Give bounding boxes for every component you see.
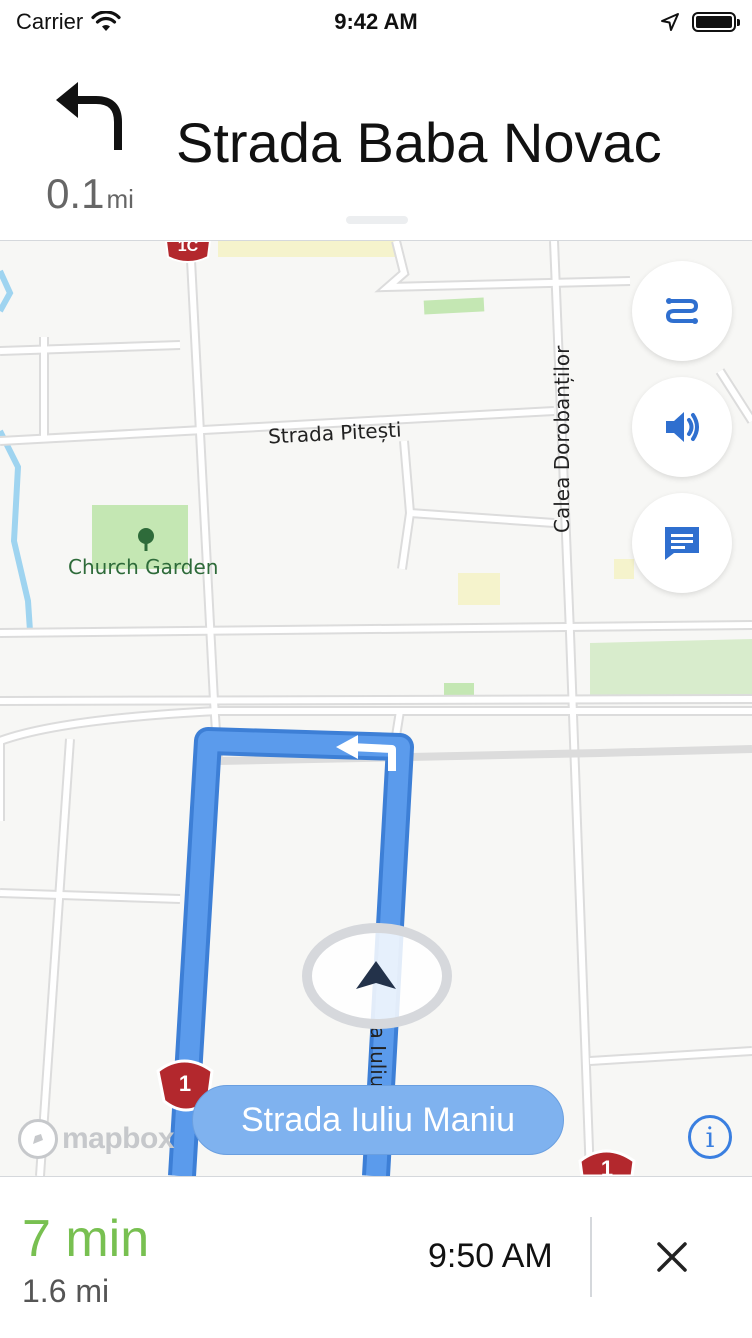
area-yellow-3 bbox=[614, 559, 634, 579]
info-button[interactable]: i bbox=[688, 1115, 732, 1159]
arrival-time: 9:50 AM bbox=[428, 1237, 553, 1275]
distance-value: 0.1 bbox=[46, 170, 105, 217]
info-icon: i bbox=[705, 1120, 715, 1154]
poi-label-church-garden: Church Garden bbox=[68, 555, 219, 579]
tree-icon bbox=[138, 528, 154, 551]
location-arrow-icon bbox=[661, 13, 679, 31]
remaining-time: 7 min bbox=[22, 1210, 150, 1268]
area-yellow-2 bbox=[218, 241, 398, 257]
close-icon bbox=[657, 1242, 687, 1272]
carrier-label: Carrier bbox=[16, 9, 84, 34]
chat-bubble-icon bbox=[665, 527, 699, 560]
river bbox=[0, 429, 33, 632]
status-right bbox=[660, 12, 740, 32]
map-view[interactable]: 1C 1 1 Strada Pitești Calea Dorobanților… bbox=[0, 241, 752, 1176]
mute-button[interactable] bbox=[632, 377, 732, 477]
route-overview-button[interactable] bbox=[632, 261, 732, 361]
distance-unit: mi bbox=[106, 184, 134, 214]
speaker-icon bbox=[666, 412, 699, 442]
battery-icon bbox=[692, 12, 740, 32]
street-label-calea-dorobantilor: Calea Dorobanților bbox=[550, 345, 574, 533]
park-small-mid bbox=[444, 683, 474, 695]
trip-summary-bar[interactable]: 7 min 1.6 mi 9:50 AM bbox=[0, 1176, 752, 1338]
divider bbox=[590, 1217, 592, 1297]
remaining-distance: 1.6 mi bbox=[22, 1273, 110, 1309]
status-left: Carrier bbox=[16, 9, 121, 35]
route-overview-icon bbox=[665, 298, 699, 324]
instruction-banner[interactable]: 0.1mi Strada Baba Novac bbox=[0, 44, 752, 241]
maneuver-distance: 0.1mi bbox=[40, 170, 140, 218]
mapbox-wordmark: mapbox bbox=[62, 1122, 175, 1155]
status-bar: Carrier 9:42 AM bbox=[0, 0, 752, 44]
shield-label-1c: 1C bbox=[178, 241, 199, 255]
river-top bbox=[0, 269, 14, 313]
wifi-icon bbox=[91, 11, 121, 31]
route-shield-2: 1 bbox=[578, 1149, 636, 1176]
report-feedback-button[interactable] bbox=[632, 493, 732, 593]
turn-left-icon bbox=[56, 82, 122, 150]
end-navigation-button[interactable] bbox=[642, 1227, 702, 1287]
banner-drag-handle[interactable] bbox=[346, 216, 408, 224]
maneuver-street-name: Strada Baba Novac bbox=[176, 111, 662, 174]
route-shield-top: 1C bbox=[164, 241, 212, 263]
park-east bbox=[590, 639, 752, 703]
mapbox-logo[interactable]: mapbox bbox=[18, 1119, 175, 1159]
svg-text:1: 1 bbox=[601, 1156, 613, 1176]
current-road-label: Strada Iuliu Maniu bbox=[192, 1085, 564, 1155]
user-location-arrow-icon bbox=[356, 961, 396, 989]
park-small-north bbox=[423, 297, 485, 315]
area-yellow-1 bbox=[458, 573, 500, 605]
mapbox-icon bbox=[18, 1119, 58, 1159]
svg-text:1: 1 bbox=[179, 1071, 191, 1096]
